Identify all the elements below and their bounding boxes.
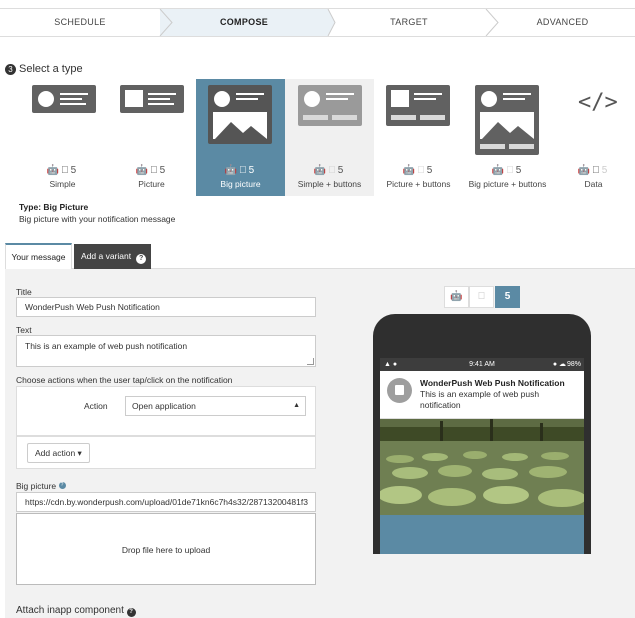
simple-buttons-card-icon <box>298 85 362 126</box>
picture-card-icon <box>120 85 184 113</box>
notification-body: This is an example of web push notificat… <box>420 389 540 410</box>
type-tile-big-picture-buttons[interactable]: 🤖5 Big picture + buttons <box>463 79 552 196</box>
platform-icons: 🤖5 <box>225 165 255 176</box>
caret-down-icon: ▾ <box>77 448 82 458</box>
selected-type-name: Type: Big Picture <box>19 202 89 212</box>
step-separator-chevron <box>322 9 336 36</box>
android-toggle[interactable]: 🤖 <box>444 286 469 308</box>
big-picture-label-text: Big picture <box>16 481 57 491</box>
select-arrows-icon: ▲ <box>293 402 300 409</box>
add-action-button[interactable]: Add action ▾ <box>27 443 90 463</box>
android-icon: 🤖 <box>450 291 463 302</box>
notification-card: WonderPush Web Push Notification This is… <box>380 371 584 419</box>
platform-icons: 🤖5 <box>491 165 522 176</box>
title-field[interactable]: WonderPush Web Push Notification <box>16 297 316 317</box>
step-compose[interactable]: COMPOSE <box>160 9 328 36</box>
help-icon[interactable]: ? <box>126 608 136 617</box>
status-bar: ▲ ● 9:41 AM ● ☁ 98% <box>380 358 584 371</box>
step-separator-chevron <box>485 9 499 36</box>
step-advanced[interactable]: ADVANCED <box>490 9 635 36</box>
section-title-text: Select a type <box>19 63 83 75</box>
type-tile-big-picture[interactable]: 🤖5 Big picture <box>196 79 285 196</box>
info-icon[interactable]: ? <box>58 482 66 489</box>
platform-icons: 🤖5 <box>402 165 433 176</box>
action-label: Action <box>84 401 108 411</box>
title-label: Title <box>16 287 32 297</box>
section-title: 3 Select a type <box>5 63 83 75</box>
wizard-steps: SCHEDULE COMPOSE TARGET ADVANCED <box>0 8 635 37</box>
type-tile-picture[interactable]: 🤖5 Picture <box>107 79 196 196</box>
phone-preview: ▲ ● 9:41 AM ● ☁ 98% WonderPush Web Push … <box>373 314 591 554</box>
html5-icon: 5 <box>504 291 511 302</box>
tile-label: Simple + buttons <box>297 179 362 189</box>
tab-your-message[interactable]: Your message <box>5 243 72 269</box>
big-picture-buttons-card-icon <box>475 85 539 155</box>
picture-buttons-card-icon <box>386 85 450 126</box>
selected-type-description: Big picture with your notification messa… <box>19 214 176 224</box>
help-icon[interactable]: ? <box>136 254 147 264</box>
app-icon <box>387 378 412 403</box>
platform-icons: 🤖5 <box>578 165 608 176</box>
text-field[interactable]: This is an example of web push notificat… <box>16 335 316 367</box>
tile-label: Simple <box>49 179 76 189</box>
resize-handle-icon[interactable] <box>307 358 314 365</box>
attach-inapp-label: Attach inapp component ? <box>16 605 136 617</box>
step-separator-chevron <box>159 9 173 36</box>
battery-level: 98% <box>566 361 581 368</box>
platform-icons: 🤖5 <box>313 165 344 176</box>
big-picture-url-field[interactable]: https://cdn.by.wonderpush.com/upload/01d… <box>16 492 316 512</box>
step-target[interactable]: TARGET <box>328 9 490 36</box>
big-picture-label: Big picture ? <box>16 481 66 491</box>
attach-inapp-text: Attach inapp component <box>16 605 124 616</box>
tile-label: Picture + buttons <box>386 179 451 189</box>
notification-title: WonderPush Web Push Notification <box>420 378 565 388</box>
add-action-label: Add action <box>35 448 76 458</box>
actions-label: Choose actions when the user tap/click o… <box>16 375 233 385</box>
tile-label: Big picture <box>220 179 261 189</box>
action-select[interactable]: Open application ▲ <box>125 396 306 416</box>
tab-add-variant-label: Add a variant <box>81 251 132 261</box>
apple-icon:  <box>478 291 486 302</box>
platform-icons: 🤖5 <box>47 165 77 176</box>
file-drop-zone[interactable]: Drop file here to upload <box>16 513 316 585</box>
tile-label: Picture <box>138 179 165 189</box>
type-tile-simple[interactable]: 🤖5 Simple <box>18 79 107 196</box>
text-label: Text <box>16 325 32 335</box>
tab-add-variant[interactable]: Add a variant? <box>74 244 151 269</box>
apple-toggle[interactable]:  <box>469 286 494 308</box>
tile-label: Data <box>584 179 603 189</box>
code-icon: </> <box>578 90 618 115</box>
platform-icons: 🤖5 <box>136 165 166 176</box>
step-number-badge: 3 <box>5 64 16 75</box>
type-tile-picture-buttons[interactable]: 🤖5 Picture + buttons <box>374 79 463 196</box>
tile-label: Big picture + buttons <box>468 179 547 189</box>
action-select-value: Open application <box>132 401 196 411</box>
simple-card-icon <box>32 85 96 113</box>
text-field-value: This is an example of web push notificat… <box>25 341 188 351</box>
big-picture-image <box>380 419 584 515</box>
phone-screen: ▲ ● 9:41 AM ● ☁ 98% WonderPush Web Push … <box>380 358 584 554</box>
step-schedule[interactable]: SCHEDULE <box>0 9 160 36</box>
status-icons: ● ☁ <box>552 361 566 368</box>
html5-toggle[interactable]: 5 <box>495 286 520 308</box>
type-tile-simple-buttons[interactable]: 🤖5 Simple + buttons <box>285 79 374 196</box>
big-picture-card-icon <box>208 85 272 144</box>
